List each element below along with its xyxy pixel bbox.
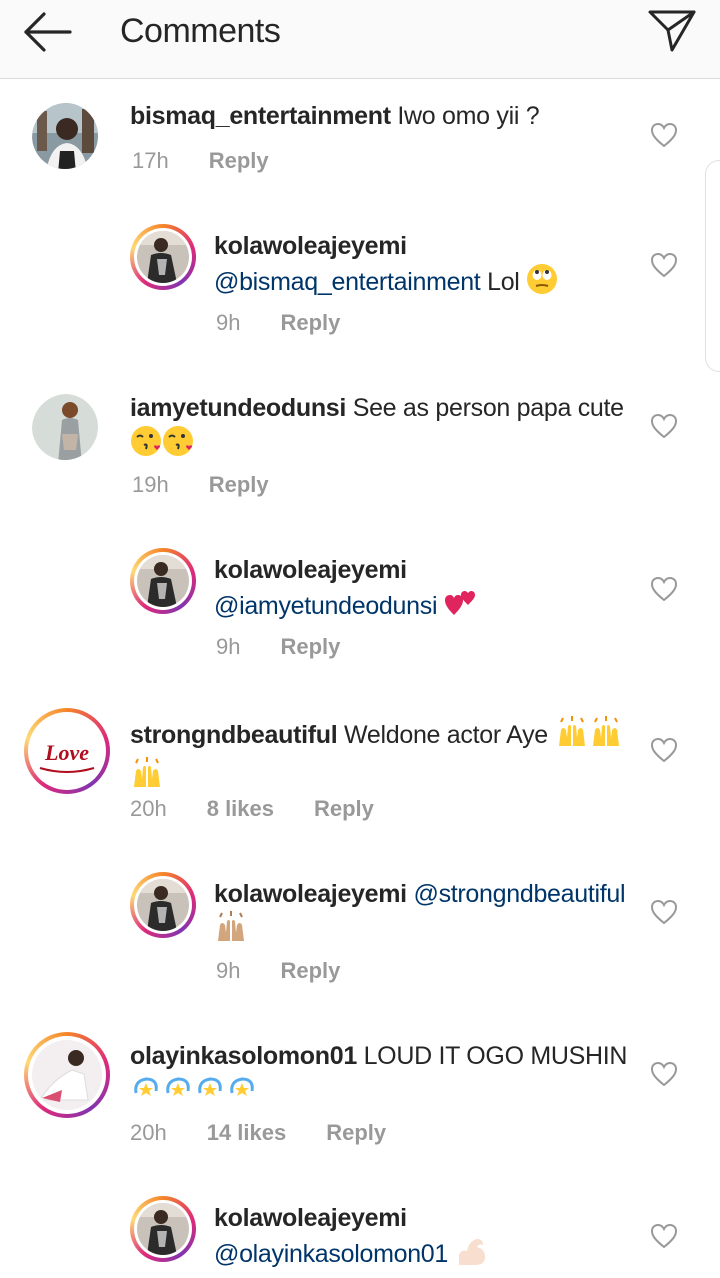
heart-icon[interactable] bbox=[650, 737, 678, 763]
comment-meta: 17h Reply bbox=[132, 148, 309, 174]
comment-body: Iwo omo yii ? bbox=[390, 102, 540, 130]
avatar[interactable] bbox=[130, 872, 196, 938]
heart-icon[interactable] bbox=[650, 122, 678, 148]
reply-button[interactable]: Reply bbox=[280, 310, 340, 335]
comment-text: strongndbeautiful Weldone actor Aye bbox=[130, 716, 630, 798]
reply-button[interactable]: Reply bbox=[209, 472, 269, 497]
timestamp: 9h bbox=[216, 634, 241, 659]
avatar[interactable] bbox=[32, 103, 98, 169]
avatar[interactable] bbox=[130, 548, 196, 614]
rolling-eyes-emoji-icon bbox=[526, 263, 558, 304]
comment-body: Weldone actor Aye bbox=[337, 721, 555, 750]
comment-text: kolawoleajeyemi @iamyetundeodunsi bbox=[214, 554, 634, 628]
timestamp: 17h bbox=[132, 148, 169, 173]
comment-text: bismaq_entertainment Iwo omo yii ? bbox=[130, 100, 630, 133]
timestamp: 19h bbox=[132, 472, 169, 497]
heart-icon[interactable] bbox=[650, 1223, 678, 1249]
reply-button[interactable]: Reply bbox=[326, 1120, 386, 1145]
like-count[interactable]: 8 likes bbox=[207, 796, 274, 821]
dizzy-emoji-icon bbox=[130, 1073, 162, 1114]
page-title: Comments bbox=[120, 12, 281, 50]
reply-button[interactable]: Reply bbox=[209, 148, 269, 173]
dizzy-emoji-icon bbox=[194, 1073, 226, 1114]
comment-meta: 19h Reply bbox=[132, 472, 309, 498]
comment-text: kolawoleajeyemi @olayinkasolomon01 bbox=[214, 1202, 634, 1276]
comment-body: LOUD IT OGO MUSHIN bbox=[356, 1042, 628, 1070]
avatar[interactable] bbox=[32, 394, 98, 460]
username[interactable]: kolawoleajeyemi bbox=[214, 1204, 407, 1232]
comment-text: iamyetundeodunsi See as person papa cute bbox=[130, 392, 630, 466]
comment-text: kolawoleajeyemi @strongndbeautiful bbox=[214, 878, 634, 952]
username[interactable]: kolawoleajeyemi bbox=[214, 556, 407, 584]
comment-meta: 9h Reply bbox=[216, 958, 380, 984]
svg-text:Love: Love bbox=[44, 740, 89, 765]
mention-link[interactable]: @bismaq_entertainment bbox=[214, 268, 481, 296]
top-bar: Comments bbox=[0, 0, 720, 79]
timestamp: 20h bbox=[130, 796, 167, 821]
raising-hands-emoji-icon bbox=[130, 757, 164, 798]
mention-link[interactable]: @olayinkasolomon01 bbox=[214, 1240, 448, 1268]
reply-button[interactable]: Reply bbox=[314, 796, 374, 821]
username[interactable]: kolawoleajeyemi bbox=[214, 232, 407, 260]
timestamp: 20h bbox=[130, 1120, 167, 1145]
heart-icon[interactable] bbox=[650, 576, 678, 602]
comment-meta: 20h 8 likes Reply bbox=[130, 796, 414, 822]
dizzy-emoji-icon bbox=[226, 1073, 258, 1114]
kiss-face-emoji-icon bbox=[162, 425, 194, 466]
username[interactable]: bismaq_entertainment bbox=[130, 102, 391, 130]
timestamp: 9h bbox=[216, 958, 241, 983]
flexed-biceps-emoji-icon bbox=[455, 1235, 489, 1276]
username[interactable]: olayinkasolomon01 bbox=[130, 1042, 357, 1070]
comment-meta: 20h 14 likes Reply bbox=[130, 1120, 426, 1146]
avatar[interactable] bbox=[130, 224, 196, 290]
reply-button[interactable]: Reply bbox=[280, 634, 340, 659]
mention-link[interactable]: @iamyetundeodunsi bbox=[214, 592, 438, 620]
raising-hands-emoji-icon bbox=[214, 911, 248, 952]
kiss-face-emoji-icon bbox=[130, 425, 162, 466]
reply-button[interactable]: Reply bbox=[280, 958, 340, 983]
comment-meta: 9h Reply bbox=[216, 310, 380, 336]
username[interactable]: iamyetundeodunsi bbox=[130, 394, 346, 422]
username[interactable]: strongndbeautiful bbox=[130, 721, 338, 749]
heart-icon[interactable] bbox=[650, 1061, 678, 1087]
scroll-handle[interactable] bbox=[705, 160, 720, 372]
avatar[interactable] bbox=[130, 1196, 196, 1262]
avatar[interactable] bbox=[24, 1032, 110, 1118]
comment-text: olayinkasolomon01 LOUD IT OGO MUSHIN bbox=[130, 1040, 630, 1114]
username[interactable]: kolawoleajeyemi bbox=[214, 880, 407, 908]
comment-text: kolawoleajeyemi @bismaq_entertainment Lo… bbox=[214, 230, 634, 304]
heart-icon[interactable] bbox=[650, 899, 678, 925]
two-hearts-emoji-icon bbox=[444, 587, 478, 628]
raising-hands-emoji-icon bbox=[589, 716, 623, 757]
mention-link[interactable]: @strongndbeautiful bbox=[413, 880, 625, 908]
comment-body: See as person papa cute bbox=[346, 394, 624, 422]
heart-icon[interactable] bbox=[650, 252, 678, 278]
back-arrow-icon[interactable] bbox=[20, 8, 76, 56]
heart-icon[interactable] bbox=[650, 413, 678, 439]
dizzy-emoji-icon bbox=[162, 1073, 194, 1114]
avatar[interactable]: Love bbox=[24, 708, 110, 794]
like-count[interactable]: 14 likes bbox=[207, 1120, 287, 1145]
timestamp: 9h bbox=[216, 310, 241, 335]
comment-meta: 9h Reply bbox=[216, 634, 380, 660]
direct-send-icon[interactable] bbox=[646, 6, 698, 54]
raising-hands-emoji-icon bbox=[555, 716, 589, 757]
